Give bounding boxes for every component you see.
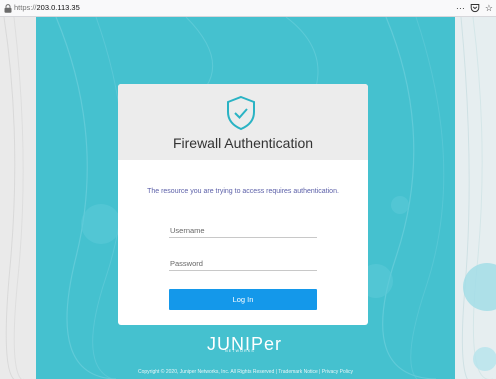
decorative-lines-left (3, 17, 32, 379)
left-margin (0, 17, 36, 379)
page-title: Firewall Authentication (172, 135, 314, 151)
toolbar-icons: ··· ☆ (456, 2, 493, 14)
password-input[interactable] (169, 257, 317, 271)
juniper-logo: JUNIPer NETWORKS (207, 334, 281, 356)
lock-icon (4, 4, 12, 13)
login-card: Firewall Authentication The resource you… (118, 84, 368, 325)
url-host: 203.0.113.35 (36, 3, 80, 12)
log-in-button[interactable]: Log In (169, 289, 317, 310)
username-input[interactable] (169, 224, 317, 238)
right-margin (455, 17, 496, 379)
url-text[interactable]: https://203.0.113.35 (14, 3, 80, 12)
browser-address-bar[interactable]: https://203.0.113.35 ··· ☆ (0, 0, 496, 17)
decorative-lines-right (460, 17, 496, 379)
bookmark-star-icon[interactable]: ☆ (485, 2, 493, 14)
shield-check-icon (227, 95, 255, 131)
login-card-header: Firewall Authentication (118, 84, 368, 160)
url-scheme: https:// (14, 3, 37, 12)
pocket-icon[interactable] (470, 3, 480, 13)
logo-networks-text: NETWORKS (225, 349, 255, 353)
page-actions-icon[interactable]: ··· (456, 2, 465, 14)
footer-copyright: Copyright © 2020, Juniper Networks, Inc.… (138, 369, 353, 375)
page-background: Firewall Authentication The resource you… (0, 17, 496, 379)
auth-required-message: The resource you are trying to access re… (147, 188, 339, 195)
